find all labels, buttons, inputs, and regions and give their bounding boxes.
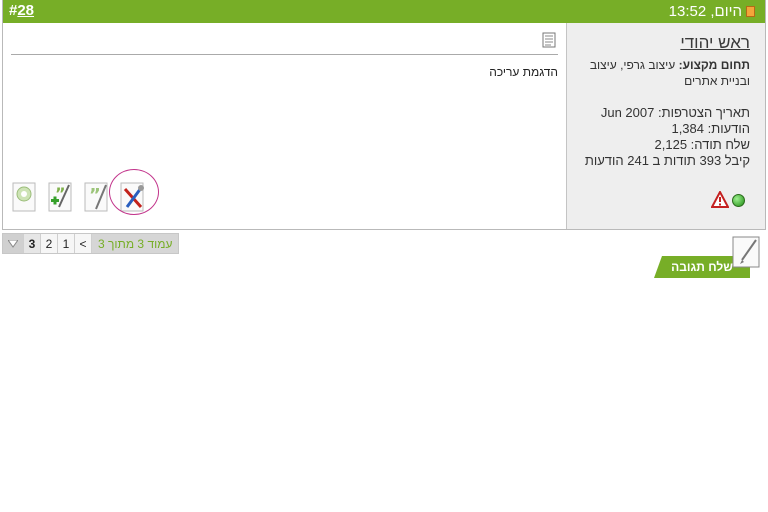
reply-button[interactable]: שלח תגובה: [648, 236, 760, 278]
username-link[interactable]: ראש יהודי: [573, 33, 750, 53]
quick-reply-icon[interactable]: [11, 179, 39, 213]
page-link-2[interactable]: 2: [40, 234, 57, 253]
join-date: תאריך הצטרפות: Jun 2007: [600, 105, 750, 120]
thanks-received: קיבל 393 תודות ב 241 הודעות: [584, 153, 750, 168]
post-number-link[interactable]: 28: [17, 2, 34, 19]
post-title-area: [542, 32, 556, 51]
post-number: #28: [9, 2, 34, 19]
post-header: #28 היום, 13:52: [3, 0, 765, 23]
edit-icon[interactable]: [109, 169, 159, 215]
user-stats: תאריך הצטרפות: Jun 2007 הודעות: 1,384 של…: [573, 105, 750, 169]
post-date: היום, 13:52: [669, 3, 755, 20]
user-profession: תחום מקצוע: עיצוב גרפי, עיצוב ובניית אתר…: [573, 57, 750, 89]
reply-page-icon: [732, 236, 760, 268]
status-icons: [710, 189, 745, 209]
post-container: #28 היום, 13:52 הדגמת עריכה ” ” ראש יהוד…: [2, 0, 766, 230]
page-link-1[interactable]: 1: [57, 234, 74, 253]
content-divider: [11, 54, 558, 55]
quote-icon[interactable]: ”: [83, 179, 111, 213]
post-content: הדגמת עריכה ” ”: [3, 23, 566, 229]
page-menu-dropdown[interactable]: [3, 234, 23, 253]
message-icon: [542, 32, 556, 48]
multi-quote-icon[interactable]: ”: [47, 179, 75, 213]
post-count: הודעות: 1,384: [671, 121, 750, 136]
page-label: עמוד 3 מתוך 3: [91, 234, 179, 253]
profession-label: תחום מקצוע:: [678, 58, 750, 72]
report-warning-icon[interactable]: [710, 189, 730, 209]
thanks-given: שלח תודה: 2,125: [654, 137, 750, 152]
page-prev[interactable]: <: [74, 234, 91, 253]
post-actions: ” ”: [11, 169, 159, 215]
pagination: 3 2 1 < עמוד 3 מתוך 3: [2, 233, 180, 254]
edit-highlight-ring: [109, 169, 159, 215]
user-info-panel: ראש יהודי תחום מקצוע: עיצוב גרפי, עיצוב …: [566, 23, 765, 229]
online-status-icon: [732, 193, 745, 207]
post-date-text: היום, 13:52: [668, 3, 742, 20]
post-icon: [746, 6, 755, 17]
page-link-current[interactable]: 3: [23, 234, 40, 253]
post-message: הדגמת עריכה: [489, 65, 558, 79]
